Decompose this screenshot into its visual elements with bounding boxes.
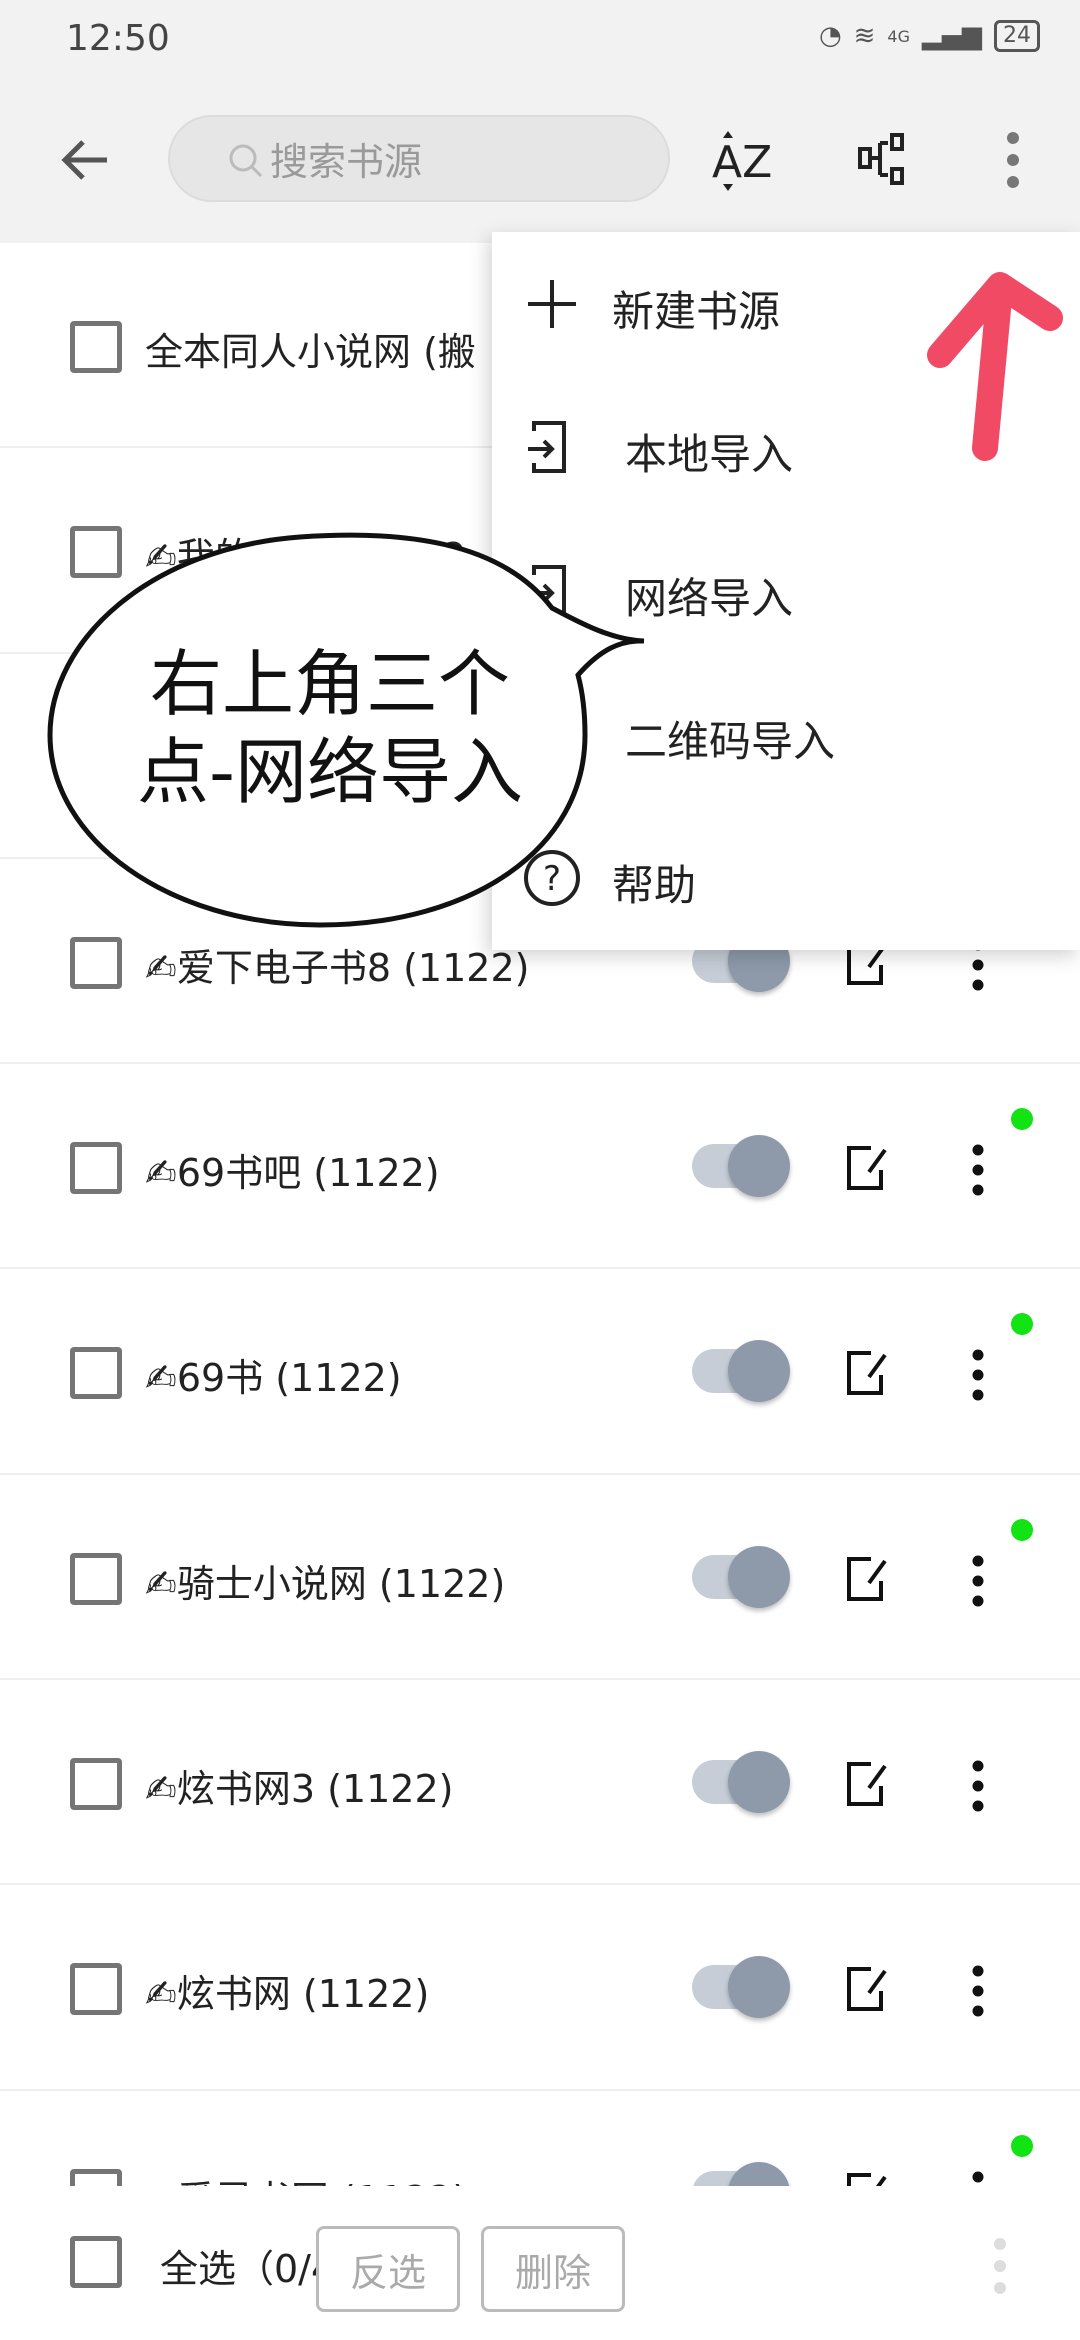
edit-icon[interactable] [845,1965,889,2013]
menu-item-network-import[interactable]: 网络导入 [492,519,1080,662]
enable-toggle[interactable] [692,1545,790,1608]
toggle-thumb [728,1135,790,1198]
network-type: 4G [887,26,910,46]
table-row[interactable]: ✍骑士小说网 (1122) [0,1475,1080,1681]
import-icon [528,421,566,473]
status-icons: ◔ ≋ 4G ▂▄▆ 24 [819,20,1040,52]
annotation-text: 右上角三个 点-网络导入 [110,640,550,816]
overflow-menu: 新建书源 本地导入 网络导入 二维码导入 ? 帮助 [492,232,1080,950]
table-row[interactable]: ✍69书 (1122) [0,1269,1080,1475]
annotation-line-1: 右上角三个 [149,642,510,726]
row-checkbox[interactable] [70,321,122,373]
toggle-thumb [728,1340,790,1403]
row-checkbox[interactable] [70,526,122,579]
more-vert-icon[interactable] [978,125,1048,195]
menu-item-new-source[interactable]: 新建书源 [492,232,1080,375]
source-name: 全本同人小说网 (搬 [145,330,476,374]
back-arrow-icon[interactable] [55,130,115,190]
source-name: ✍69书 (1122) [145,1356,402,1401]
menu-item-label: 二维码导入 [625,717,836,766]
bottom-action-bar: 全选（0/435） 反选 删除 [0,2186,1080,2340]
help-icon: ? [524,850,580,906]
sort-az-icon[interactable]: AZ [708,125,778,195]
speed-icon: ◔ [818,21,842,51]
source-name: ✍我的书城网 (112 [145,535,467,580]
svg-text:AZ: AZ [712,137,772,188]
menu-item-label: 帮助 [612,861,697,910]
row-checkbox[interactable] [70,1758,122,1811]
source-name: ✍69书吧 (1122) [145,1151,440,1196]
source-name: ✍炫书网 (1122) [145,1972,430,2017]
menu-item-qrcode-import[interactable]: 二维码导入 [492,662,1080,805]
status-dot [1011,2134,1033,2157]
signal-icon: ▂▄▆ [922,21,982,51]
wifi-icon: ≋ [853,21,876,51]
table-row[interactable]: ✍炫书网 (1122) [0,1885,1080,2091]
more-vert-icon[interactable] [965,1963,991,2019]
more-vert-icon[interactable] [965,1347,991,1403]
search-input[interactable]: 搜索书源 [168,115,670,202]
plus-icon [528,280,576,328]
toggle-thumb [728,1751,790,1814]
menu-item-label: 新建书源 [612,287,781,336]
status-bar: 12:50 ◔ ≋ 4G ▂▄▆ 24 [0,0,1080,90]
row-checkbox[interactable] [70,1142,122,1195]
menu-item-label: 本地导入 [625,430,794,479]
more-vert-icon[interactable] [965,1142,991,1198]
more-vert-icon[interactable] [990,2236,1010,2296]
menu-item-label: 网络导入 [625,574,794,623]
edit-icon[interactable] [845,1555,889,1603]
search-icon [229,144,263,178]
enable-toggle[interactable] [692,1751,790,1814]
source-name: ✍骑士小说网 (1122) [145,1561,506,1606]
annotation-line-2: 点-网络导入 [137,730,523,814]
toolbar: 搜索书源 AZ [0,90,1080,243]
delete-button[interactable]: 删除 [481,2226,625,2312]
table-row[interactable]: ✍炫书网3 (1122) [0,1680,1080,1886]
import-icon [528,565,566,617]
source-name: ✍爱下电子书8 (1122) [145,945,530,990]
svg-text:?: ? [543,859,561,899]
edit-icon[interactable] [845,1760,889,1808]
battery-icon: 24 [994,20,1040,52]
toggle-thumb [728,1545,790,1608]
row-checkbox[interactable] [70,936,122,989]
row-checkbox[interactable] [70,1963,122,2016]
source-name: ✍炫书网3 (1122) [145,1767,454,1812]
select-all-checkbox[interactable] [70,2236,122,2288]
menu-item-local-import[interactable]: 本地导入 [492,375,1080,518]
row-checkbox[interactable] [70,1552,122,1605]
table-row[interactable]: ✍69书吧 (1122) [0,1064,1080,1270]
menu-item-help[interactable]: ? 帮助 [492,806,1080,949]
enable-toggle[interactable] [692,1340,790,1403]
search-placeholder: 搜索书源 [270,140,423,184]
more-vert-icon[interactable] [965,1553,991,1609]
invert-selection-button[interactable]: 反选 [316,2226,460,2312]
row-checkbox[interactable] [70,1347,122,1400]
toggle-thumb [728,1956,790,2019]
status-dot [1011,1108,1033,1131]
status-time: 12:50 [66,18,170,59]
group-icon[interactable] [852,125,922,195]
more-vert-icon[interactable] [965,1758,991,1814]
edit-icon[interactable] [845,1349,889,1397]
enable-toggle[interactable] [692,1956,790,2019]
enable-toggle[interactable] [692,1135,790,1198]
status-dot [1011,1313,1033,1336]
edit-icon[interactable] [845,1144,889,1192]
status-dot [1011,1518,1033,1541]
